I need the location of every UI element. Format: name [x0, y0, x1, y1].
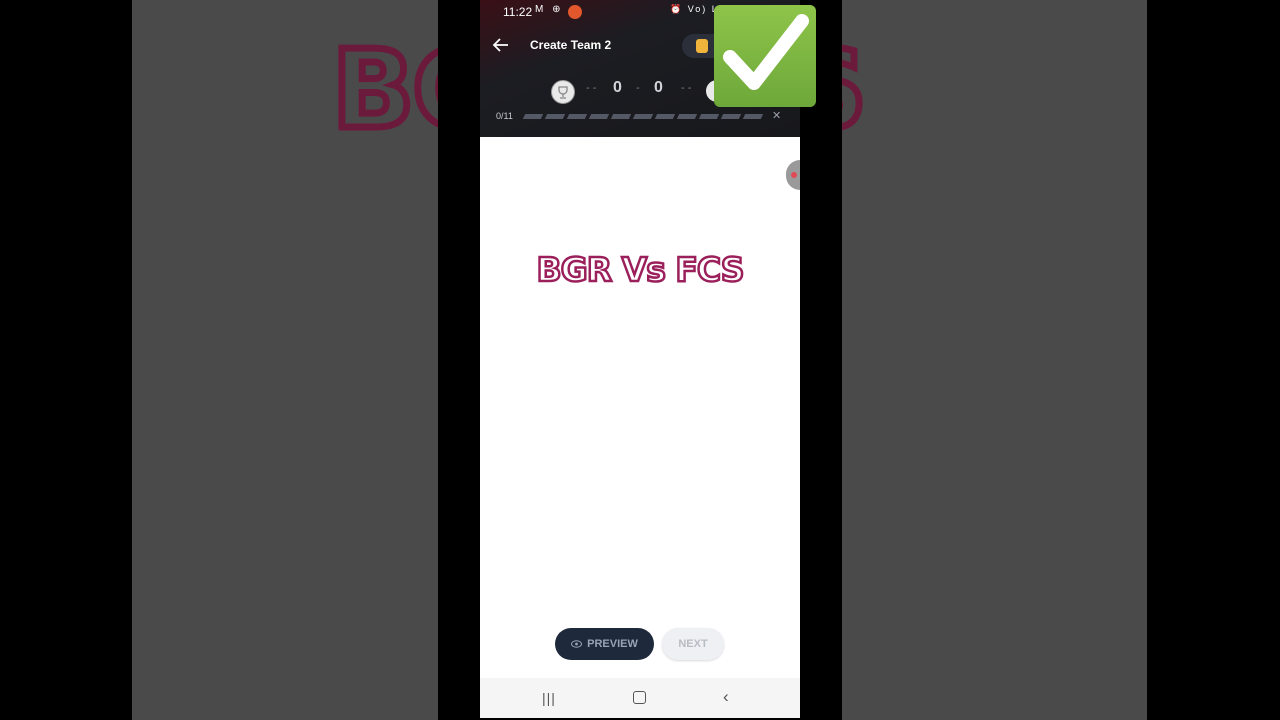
arrow-left-icon[interactable]: [490, 34, 512, 56]
progress-segment: [654, 114, 676, 119]
team2-score: 0: [654, 79, 663, 96]
team1-score: 0: [613, 79, 622, 96]
background-right-panel: [842, 0, 1147, 720]
preview-label: PREVIEW: [587, 638, 638, 650]
status-left-icons: M ⊕: [535, 4, 564, 15]
home-icon[interactable]: [633, 691, 646, 704]
progress-label: 0/11: [496, 111, 513, 121]
score-separator: -: [636, 82, 640, 94]
page-title: Create Team 2: [530, 38, 612, 52]
progress-segment: [676, 114, 698, 119]
progress-segment: [632, 114, 654, 119]
next-label: NEXT: [678, 638, 708, 650]
floating-record-button[interactable]: [786, 160, 800, 190]
next-button[interactable]: NEXT: [662, 628, 724, 660]
progress-segment: [544, 114, 566, 119]
check-mark-icon: [714, 5, 816, 107]
progress-segment: [720, 114, 742, 119]
match-title: BGR Vs FCS: [535, 249, 745, 291]
team2-dash: - -: [681, 82, 692, 94]
phone-screen: 11:22 M ⊕ ⏰ Vo) LTE1 Create Team 2 - - 0…: [480, 0, 800, 718]
eye-icon: [571, 640, 583, 648]
progress-segment: [698, 114, 720, 119]
status-time: 11:22: [503, 5, 533, 19]
progress-segment: [742, 114, 764, 119]
progress-segment: [610, 114, 632, 119]
team1-dash: - -: [586, 82, 597, 94]
notification-icon: [568, 5, 582, 19]
progress-segment: [566, 114, 588, 119]
android-nav-bar: ||| ‹: [480, 678, 800, 718]
record-dot-icon: [791, 172, 797, 178]
coin-icon: [696, 39, 708, 53]
preview-button[interactable]: PREVIEW: [555, 628, 654, 660]
close-icon[interactable]: ✕: [772, 109, 781, 122]
trophy-icon: [551, 80, 575, 104]
progress-segment: [588, 114, 610, 119]
progress-segment: [522, 114, 544, 119]
recent-apps-icon[interactable]: |||: [542, 690, 556, 706]
nav-back-icon[interactable]: ‹: [723, 687, 729, 707]
